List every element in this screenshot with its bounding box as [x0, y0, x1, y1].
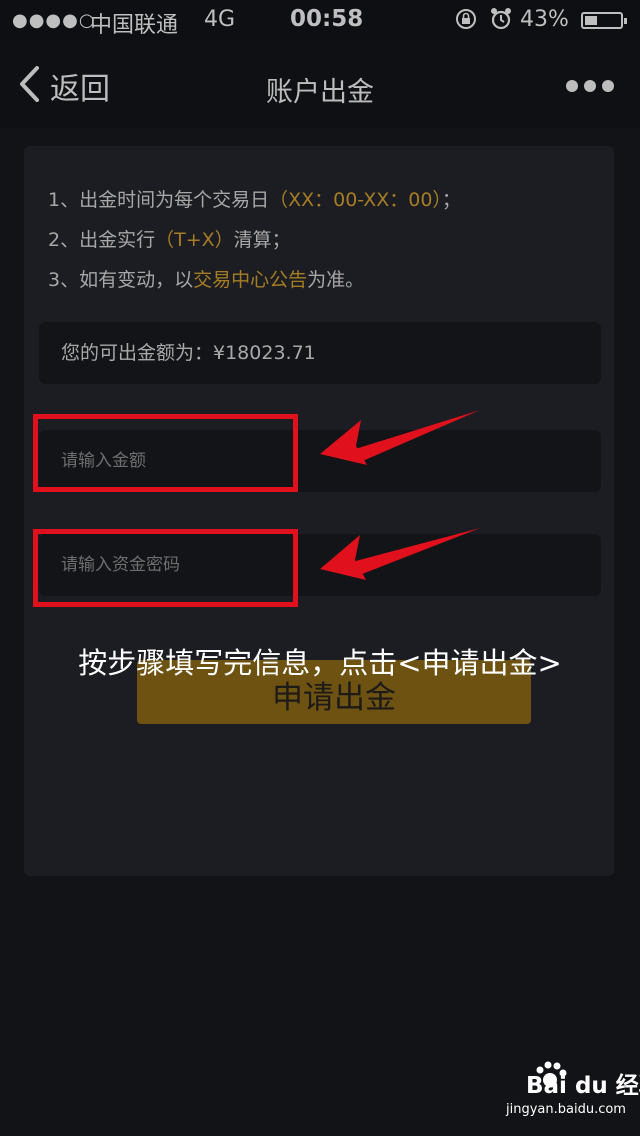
tutorial-caption: 按步骤填写完信息，点击<申请出金>: [78, 646, 562, 680]
watermark-logo-text: Bai du 经验: [526, 1073, 640, 1099]
baidu-jingyan-watermark: Bai du 经验 jingyan.baidu.com: [500, 1061, 640, 1126]
watermark-url: jingyan.baidu.com: [506, 1102, 626, 1117]
annotation-arrows: [320, 410, 480, 580]
arrow-to-password-field: [320, 528, 480, 580]
arrow-to-amount-field: [320, 410, 480, 465]
